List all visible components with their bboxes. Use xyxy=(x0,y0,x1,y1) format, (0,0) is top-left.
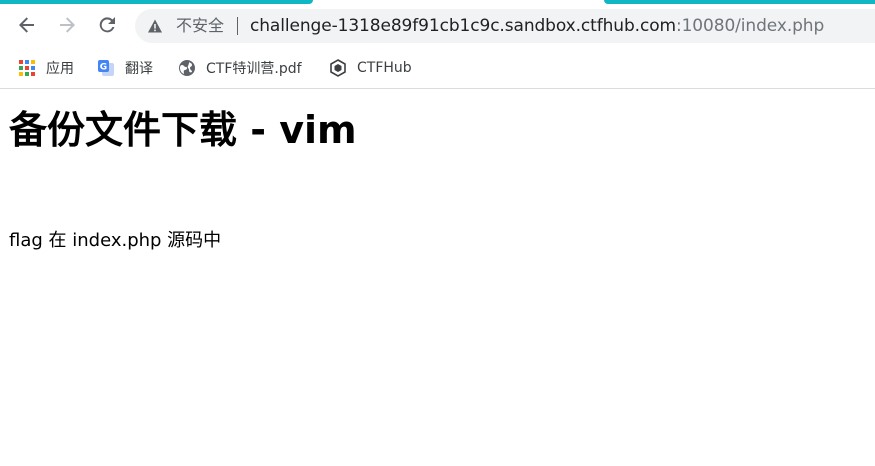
arrow-right-icon xyxy=(60,17,75,33)
url-host: challenge-1318e89f91cb1c9c.sandbox.ctfhu… xyxy=(250,16,676,36)
reload-button[interactable] xyxy=(92,10,122,40)
browser-toolbar: 不安全 challenge-1318e89f91cb1c9c.sandbox.c… xyxy=(0,4,875,48)
globe-icon xyxy=(178,59,196,77)
reload-icon xyxy=(99,17,115,33)
bookmarks-bar: 应用 G 翻译 CTF特训营.pdf CTFHub xyxy=(0,48,875,89)
bookmark-label: 应用 xyxy=(46,61,74,77)
svg-text:G: G xyxy=(100,63,107,73)
bookmark-ctf-pdf[interactable]: CTF特训营.pdf xyxy=(178,57,302,79)
address-divider xyxy=(237,17,238,35)
bookmark-label: CTFHub xyxy=(357,60,412,76)
page-heading: 备份文件下载 - vim xyxy=(9,108,357,152)
url-text[interactable]: challenge-1318e89f91cb1c9c.sandbox.ctfhu… xyxy=(250,16,824,36)
address-bar[interactable]: 不安全 challenge-1318e89f91cb1c9c.sandbox.c… xyxy=(135,9,875,43)
warning-triangle-icon[interactable] xyxy=(147,18,163,34)
url-path: :10080/index.php xyxy=(675,16,825,36)
bookmark-label: 翻译 xyxy=(125,61,153,77)
ctfhub-cube-icon xyxy=(329,59,347,77)
apps-grid-icon xyxy=(18,59,36,77)
bookmark-apps[interactable]: 应用 xyxy=(18,57,74,79)
bookmark-translate[interactable]: G 翻译 xyxy=(97,57,153,79)
back-button[interactable] xyxy=(12,10,42,40)
bookmark-label: CTF特训营.pdf xyxy=(206,61,302,77)
bookmark-ctfhub[interactable]: CTFHub xyxy=(329,57,412,79)
page-content: 备份文件下载 - vim flag 在 index.php 源码中 xyxy=(0,89,875,466)
translate-icon: G xyxy=(97,59,115,77)
arrow-left-icon xyxy=(19,17,34,33)
browser-window: 不安全 challenge-1318e89f91cb1c9c.sandbox.c… xyxy=(0,0,875,466)
forward-button[interactable] xyxy=(52,10,82,40)
page-text: flag 在 index.php 源码中 xyxy=(9,230,222,251)
security-status-label[interactable]: 不安全 xyxy=(176,16,224,36)
